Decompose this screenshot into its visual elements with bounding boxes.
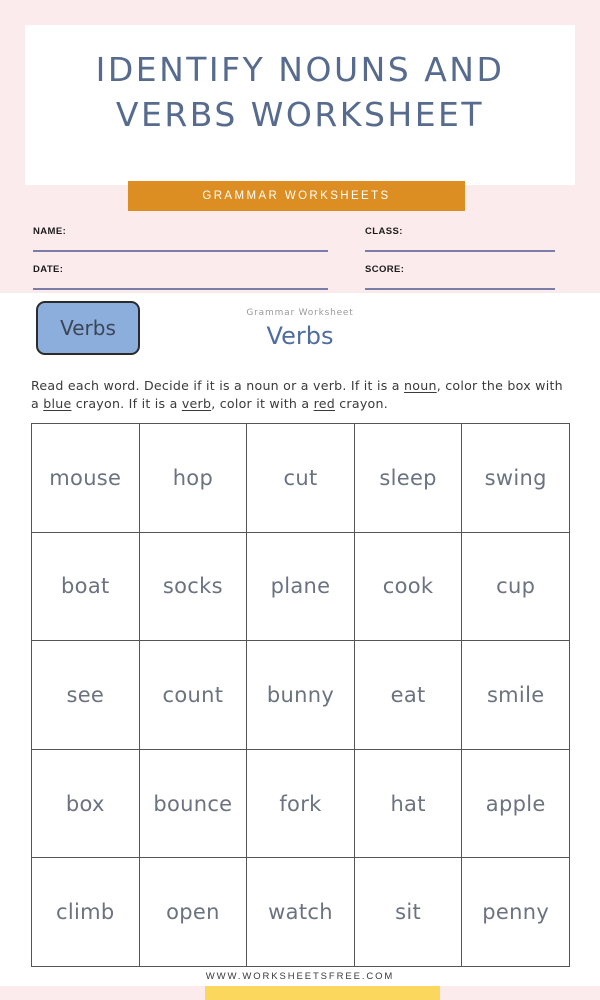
word-cell[interactable]: open <box>139 858 248 967</box>
instructions-emphasis-verb: verb <box>181 396 212 411</box>
category-badge: GRAMMAR WORKSHEETS <box>128 181 465 211</box>
title-card: IDENTIFY NOUNS AND VERBS WORKSHEET <box>25 25 575 185</box>
word-cell[interactable]: count <box>139 641 248 750</box>
word-cell[interactable]: hop <box>139 424 248 533</box>
word-cell[interactable]: sleep <box>354 424 463 533</box>
name-field-label: NAME: <box>33 226 67 237</box>
word-cell[interactable]: mouse <box>32 424 140 533</box>
score-field[interactable]: SCORE: <box>365 264 555 290</box>
word-cell[interactable]: eat <box>354 641 463 750</box>
instructions-emphasis-noun: noun <box>404 378 437 393</box>
word-cell[interactable]: climb <box>32 858 140 967</box>
word-cell[interactable]: bunny <box>247 641 355 750</box>
instructions-part-3: crayon. If it is a <box>71 396 182 411</box>
word-cell[interactable]: box <box>32 749 140 859</box>
section-title: Verbs <box>266 322 334 350</box>
date-field-label: DATE: <box>33 264 64 275</box>
class-field-line[interactable] <box>365 250 555 252</box>
class-field-label: CLASS: <box>365 226 403 237</box>
word-cell[interactable]: cut <box>247 424 355 533</box>
section-kicker: Grammar Worksheet <box>246 308 354 318</box>
word-cell[interactable]: swing <box>462 424 570 533</box>
word-cell[interactable]: cook <box>354 532 463 642</box>
instructions-part-5: crayon. <box>335 396 388 411</box>
word-grid: mouse hop cut sleep swing boat socks plane cook c… <box>31 423 570 967</box>
word-cell[interactable]: see <box>32 641 140 750</box>
word-cell[interactable]: penny <box>462 858 570 967</box>
class-field[interactable]: CLASS: <box>365 226 555 252</box>
word-cell[interactable]: watch <box>247 858 355 967</box>
name-field-line[interactable] <box>33 250 328 252</box>
date-field[interactable]: DATE: <box>33 264 328 290</box>
word-cell[interactable]: apple <box>462 749 570 859</box>
score-field-label: SCORE: <box>365 264 405 275</box>
word-cell[interactable]: hat <box>354 749 463 859</box>
instructions-part-1: Read each word. Decide if it is a noun o… <box>31 378 405 393</box>
word-cell[interactable]: smile <box>462 641 570 750</box>
word-cell[interactable]: sit <box>354 858 463 967</box>
word-cell[interactable]: cup <box>462 532 570 642</box>
score-field-line[interactable] <box>365 288 555 290</box>
word-cell[interactable]: boat <box>32 532 140 642</box>
instructions-emphasis-red: red <box>313 396 335 411</box>
page-title: IDENTIFY NOUNS AND VERBS WORKSHEET <box>95 50 505 134</box>
instructions-text: Read each word. Decide if it is a noun o… <box>31 377 573 413</box>
word-cell[interactable]: fork <box>247 749 355 859</box>
word-cell[interactable]: bounce <box>139 749 248 859</box>
topic-chip-verbs: Verbs <box>36 301 140 355</box>
section-heading: Grammar Worksheet Verbs <box>200 308 400 350</box>
footer-url: WWW.WORKSHEETSFREE.COM <box>205 971 395 982</box>
word-cell[interactable]: socks <box>139 532 248 642</box>
instructions-part-4: , color it with a <box>211 396 314 411</box>
name-field[interactable]: NAME: <box>33 226 328 252</box>
word-cell[interactable]: plane <box>247 532 355 642</box>
student-info-fields: NAME: CLASS: DATE: SCORE: <box>0 222 600 292</box>
instructions-emphasis-blue: blue <box>43 396 72 411</box>
footer-accent-bar <box>205 986 440 1000</box>
date-field-line[interactable] <box>33 288 328 290</box>
